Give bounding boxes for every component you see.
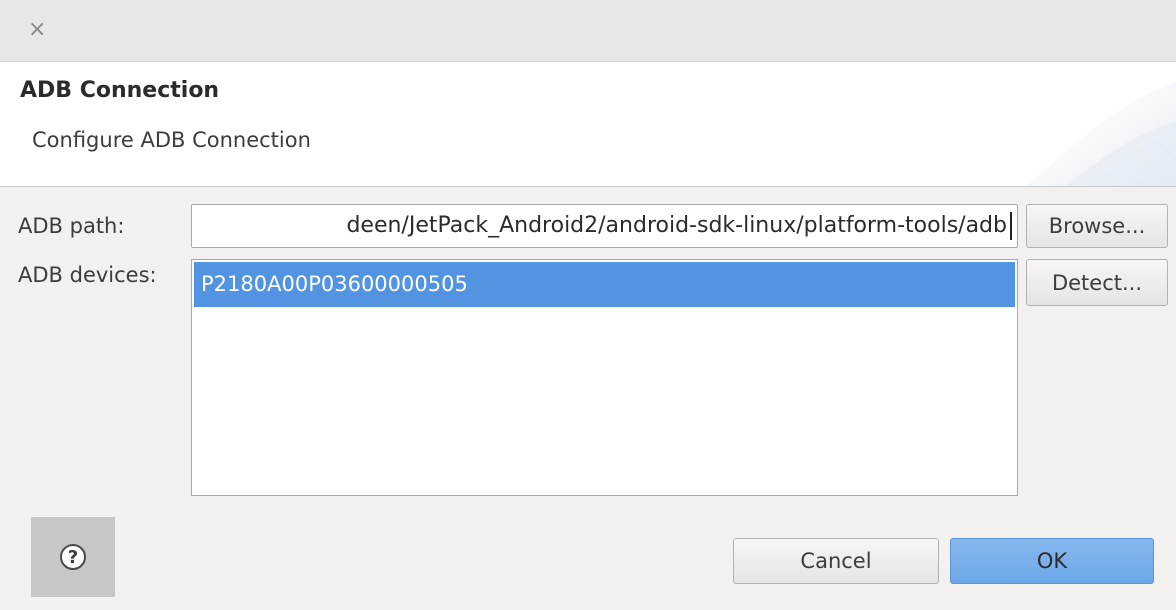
ok-button[interactable]: OK — [950, 538, 1154, 584]
title-bar: × — [0, 0, 1176, 62]
close-icon[interactable]: × — [28, 18, 46, 42]
adb-path-label: ADB path: — [18, 214, 125, 238]
browse-button[interactable]: Browse... — [1026, 204, 1168, 248]
help-button[interactable]: ? — [31, 517, 115, 597]
browse-button-label: Browse... — [1048, 214, 1146, 238]
dialog-subtitle: Configure ADB Connection — [32, 128, 311, 152]
ok-button-label: OK — [1036, 549, 1068, 573]
help-icon: ? — [60, 544, 86, 570]
detect-button[interactable]: Detect... — [1026, 259, 1168, 306]
dialog-title: ADB Connection — [20, 78, 220, 103]
cancel-button[interactable]: Cancel — [733, 538, 939, 584]
adb-path-input[interactable]: deen/JetPack_Android2/android-sdk-linux/… — [191, 204, 1018, 248]
adb-devices-list[interactable]: P2180A00P03600000505 — [191, 259, 1018, 496]
cancel-button-label: Cancel — [800, 549, 872, 573]
detect-button-label: Detect... — [1051, 270, 1143, 295]
list-item[interactable]: P2180A00P03600000505 — [194, 262, 1015, 307]
dialog-header: ADB Connection Configure ADB Connection — [0, 62, 1176, 187]
header-banner-graphic — [1026, 82, 1176, 186]
adb-devices-label: ADB devices: — [18, 263, 157, 287]
adb-path-value: deen/JetPack_Android2/android-sdk-linux/… — [346, 212, 1012, 240]
